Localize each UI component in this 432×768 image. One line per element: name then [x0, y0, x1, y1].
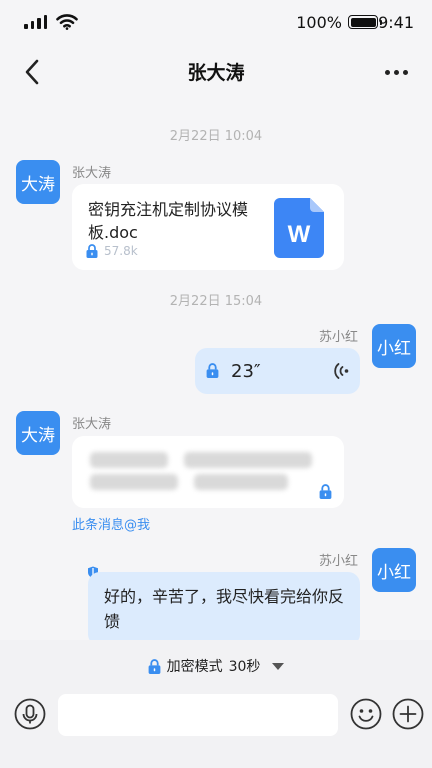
microphone-button[interactable]	[14, 698, 46, 730]
input-panel: 加密模式 30秒	[0, 640, 432, 768]
encryption-mode-label: 加密模式	[166, 659, 223, 675]
lock-icon	[319, 484, 332, 499]
file-message[interactable]: 密钥充注机定制协议模板.doc 57.8k W	[72, 184, 344, 270]
caret-down-icon	[272, 662, 285, 670]
add-button[interactable]	[392, 698, 424, 730]
wifi-icon	[56, 14, 78, 30]
signal-icon	[24, 15, 47, 29]
blurred-text	[90, 474, 178, 490]
file-meta: 57.8k	[86, 244, 138, 258]
file-size: 57.8k	[104, 244, 138, 258]
file-icon-letter: W	[288, 221, 311, 248]
encryption-timer: 30秒	[228, 659, 261, 675]
avatar[interactable]: 大涛	[16, 411, 60, 455]
blurred-text	[194, 474, 288, 490]
voice-duration: 23″	[231, 361, 261, 382]
message-text: 好的，辛苦了，我尽快看完给你反馈	[104, 587, 345, 631]
blurred-text	[90, 452, 168, 468]
text-message[interactable]: 好的，辛苦了，我尽快看完给你反馈	[88, 572, 360, 646]
emoji-button[interactable]	[350, 698, 382, 730]
status-time: 9:41	[378, 13, 414, 32]
lock-icon	[86, 244, 98, 258]
file-name: 密钥充注机定制协议模板.doc	[88, 200, 249, 242]
sender-name: 张大涛	[72, 166, 112, 181]
battery-icon	[348, 15, 382, 29]
encrypted-message[interactable]	[72, 436, 344, 508]
lock-icon	[148, 658, 160, 674]
avatar[interactable]: 大涛	[16, 160, 60, 204]
lock-icon	[206, 363, 219, 378]
status-bar: 100% 9:41	[0, 0, 432, 44]
battery-percent: 100%	[296, 13, 342, 32]
timestamp: 2月22日 15:04	[169, 294, 263, 309]
more-dots-icon	[384, 69, 390, 75]
nav-bar: 张大涛	[0, 44, 432, 100]
more-button[interactable]	[380, 56, 412, 88]
sender-name: 苏小红	[318, 330, 358, 345]
avatar[interactable]: 小红	[372, 324, 416, 368]
voice-wave-icon	[334, 363, 349, 379]
sender-name: 苏小红	[318, 554, 358, 569]
word-file-icon: W	[274, 198, 324, 258]
blurred-text	[184, 452, 312, 468]
voice-message[interactable]: 23″	[195, 348, 360, 394]
message-input[interactable]	[58, 694, 338, 736]
sender-name: 张大涛	[72, 417, 112, 432]
avatar[interactable]: 小红	[372, 548, 416, 592]
chat-title: 张大涛	[187, 62, 245, 84]
encryption-mode-selector[interactable]: 加密模式 30秒	[0, 656, 432, 676]
timestamp: 2月22日 10:04	[169, 129, 263, 144]
mention-link[interactable]: 此条消息@我	[72, 514, 150, 533]
